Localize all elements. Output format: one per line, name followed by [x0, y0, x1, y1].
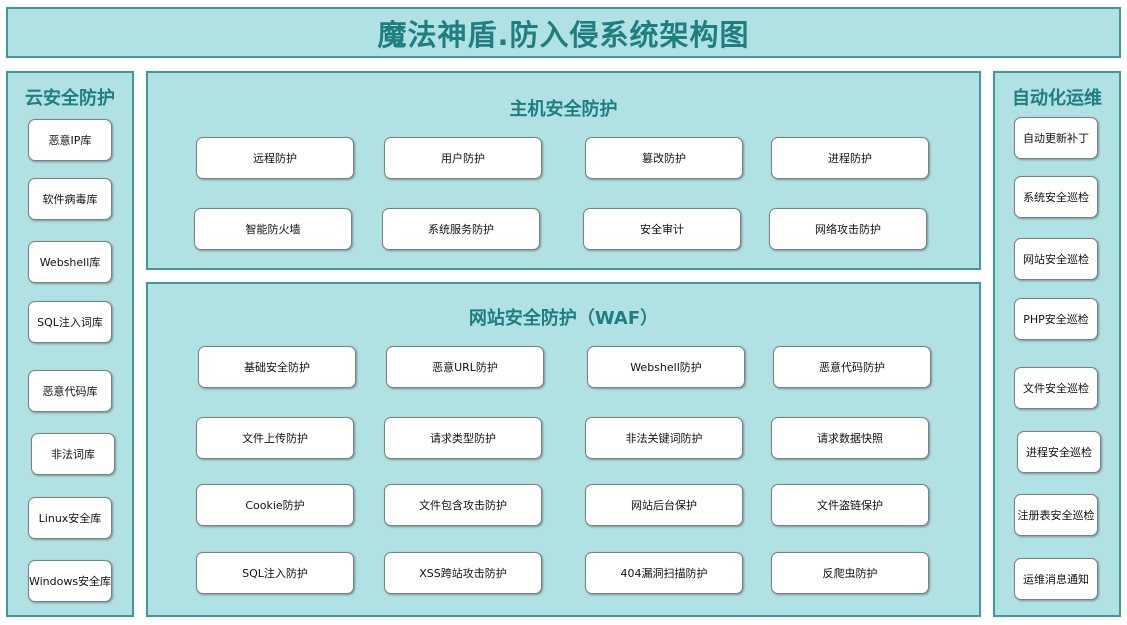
ops-heading: 自动化运维 [1012, 88, 1102, 109]
ops-item-patch: 自动更新补丁 [1014, 117, 1098, 159]
ops-item-php-inspect: PHP安全巡检 [1014, 298, 1098, 340]
title-bar: 魔法神盾.防入侵系统架构图 [6, 7, 1121, 58]
cloud-security-panel: 云安全防护 恶意IP库 软件病毒库 Webshell库 SQL注入词库 恶意代码… [6, 71, 134, 617]
waf-item-malicious-code: 恶意代码防护 [773, 346, 931, 388]
host-item-service: 系统服务防护 [382, 208, 540, 250]
cloud-item-malicious-code: 恶意代码库 [28, 370, 112, 412]
cloud-item-windows: Windows安全库 [28, 560, 112, 602]
host-item-audit: 安全审计 [583, 208, 741, 250]
waf-item-hotlink: 文件盗链保护 [771, 484, 929, 526]
waf-item-webshell: Webshell防护 [587, 346, 745, 388]
waf-item-xss: XSS跨站攻击防护 [384, 552, 542, 594]
waf-item-crawler: 反爬虫防护 [771, 552, 929, 594]
waf-panel: 网站安全防护（WAF） 基础安全防护 恶意URL防护 Webshell防护 恶意… [146, 282, 981, 617]
ops-item-site-inspect: 网站安全巡检 [1014, 238, 1098, 280]
cloud-item-virus: 软件病毒库 [28, 178, 112, 220]
waf-item-sql: SQL注入防护 [196, 552, 354, 594]
waf-item-snapshot: 请求数据快照 [771, 417, 929, 459]
waf-item-malicious-url: 恶意URL防护 [386, 346, 544, 388]
host-item-firewall: 智能防火墙 [194, 208, 352, 250]
ops-item-registry-inspect: 注册表安全巡检 [1014, 494, 1098, 536]
ops-item-notify: 运维消息通知 [1014, 558, 1098, 600]
cloud-item-linux: Linux安全库 [28, 497, 112, 539]
host-security-panel: 主机安全防护 远程防护 用户防护 篡改防护 进程防护 智能防火墙 系统服务防护 … [146, 71, 981, 270]
cloud-item-illegal-words: 非法词库 [31, 433, 115, 475]
host-item-network-attack: 网络攻击防护 [769, 208, 927, 250]
waf-item-cookie: Cookie防护 [196, 484, 354, 526]
host-security-heading: 主机安全防护 [509, 99, 618, 120]
cloud-item-webshell: Webshell库 [28, 241, 112, 283]
host-item-user: 用户防护 [384, 137, 542, 179]
host-item-remote: 远程防护 [196, 137, 354, 179]
host-item-tamper: 篡改防护 [585, 137, 743, 179]
ops-item-process-inspect: 进程安全巡检 [1017, 431, 1101, 473]
waf-item-file-include: 文件包含攻击防护 [384, 484, 542, 526]
cloud-item-malicious-ip: 恶意IP库 [28, 119, 112, 161]
ops-item-file-inspect: 文件安全巡检 [1014, 367, 1098, 409]
ops-item-system-inspect: 系统安全巡检 [1014, 176, 1098, 218]
waf-item-keywords: 非法关键词防护 [585, 417, 743, 459]
cloud-item-sql: SQL注入词库 [28, 301, 112, 343]
cloud-security-heading: 云安全防护 [25, 88, 115, 109]
waf-item-404: 404漏洞扫描防护 [585, 552, 743, 594]
waf-item-request-type: 请求类型防护 [384, 417, 542, 459]
waf-item-admin: 网站后台保护 [585, 484, 743, 526]
waf-item-upload: 文件上传防护 [196, 417, 354, 459]
waf-heading: 网站安全防护（WAF） [468, 308, 659, 329]
page-title: 魔法神盾.防入侵系统架构图 [377, 17, 750, 52]
host-item-process: 进程防护 [771, 137, 929, 179]
ops-panel: 自动化运维 自动更新补丁 系统安全巡检 网站安全巡检 PHP安全巡检 文件安全巡… [993, 71, 1121, 617]
waf-item-basic: 基础安全防护 [198, 346, 356, 388]
